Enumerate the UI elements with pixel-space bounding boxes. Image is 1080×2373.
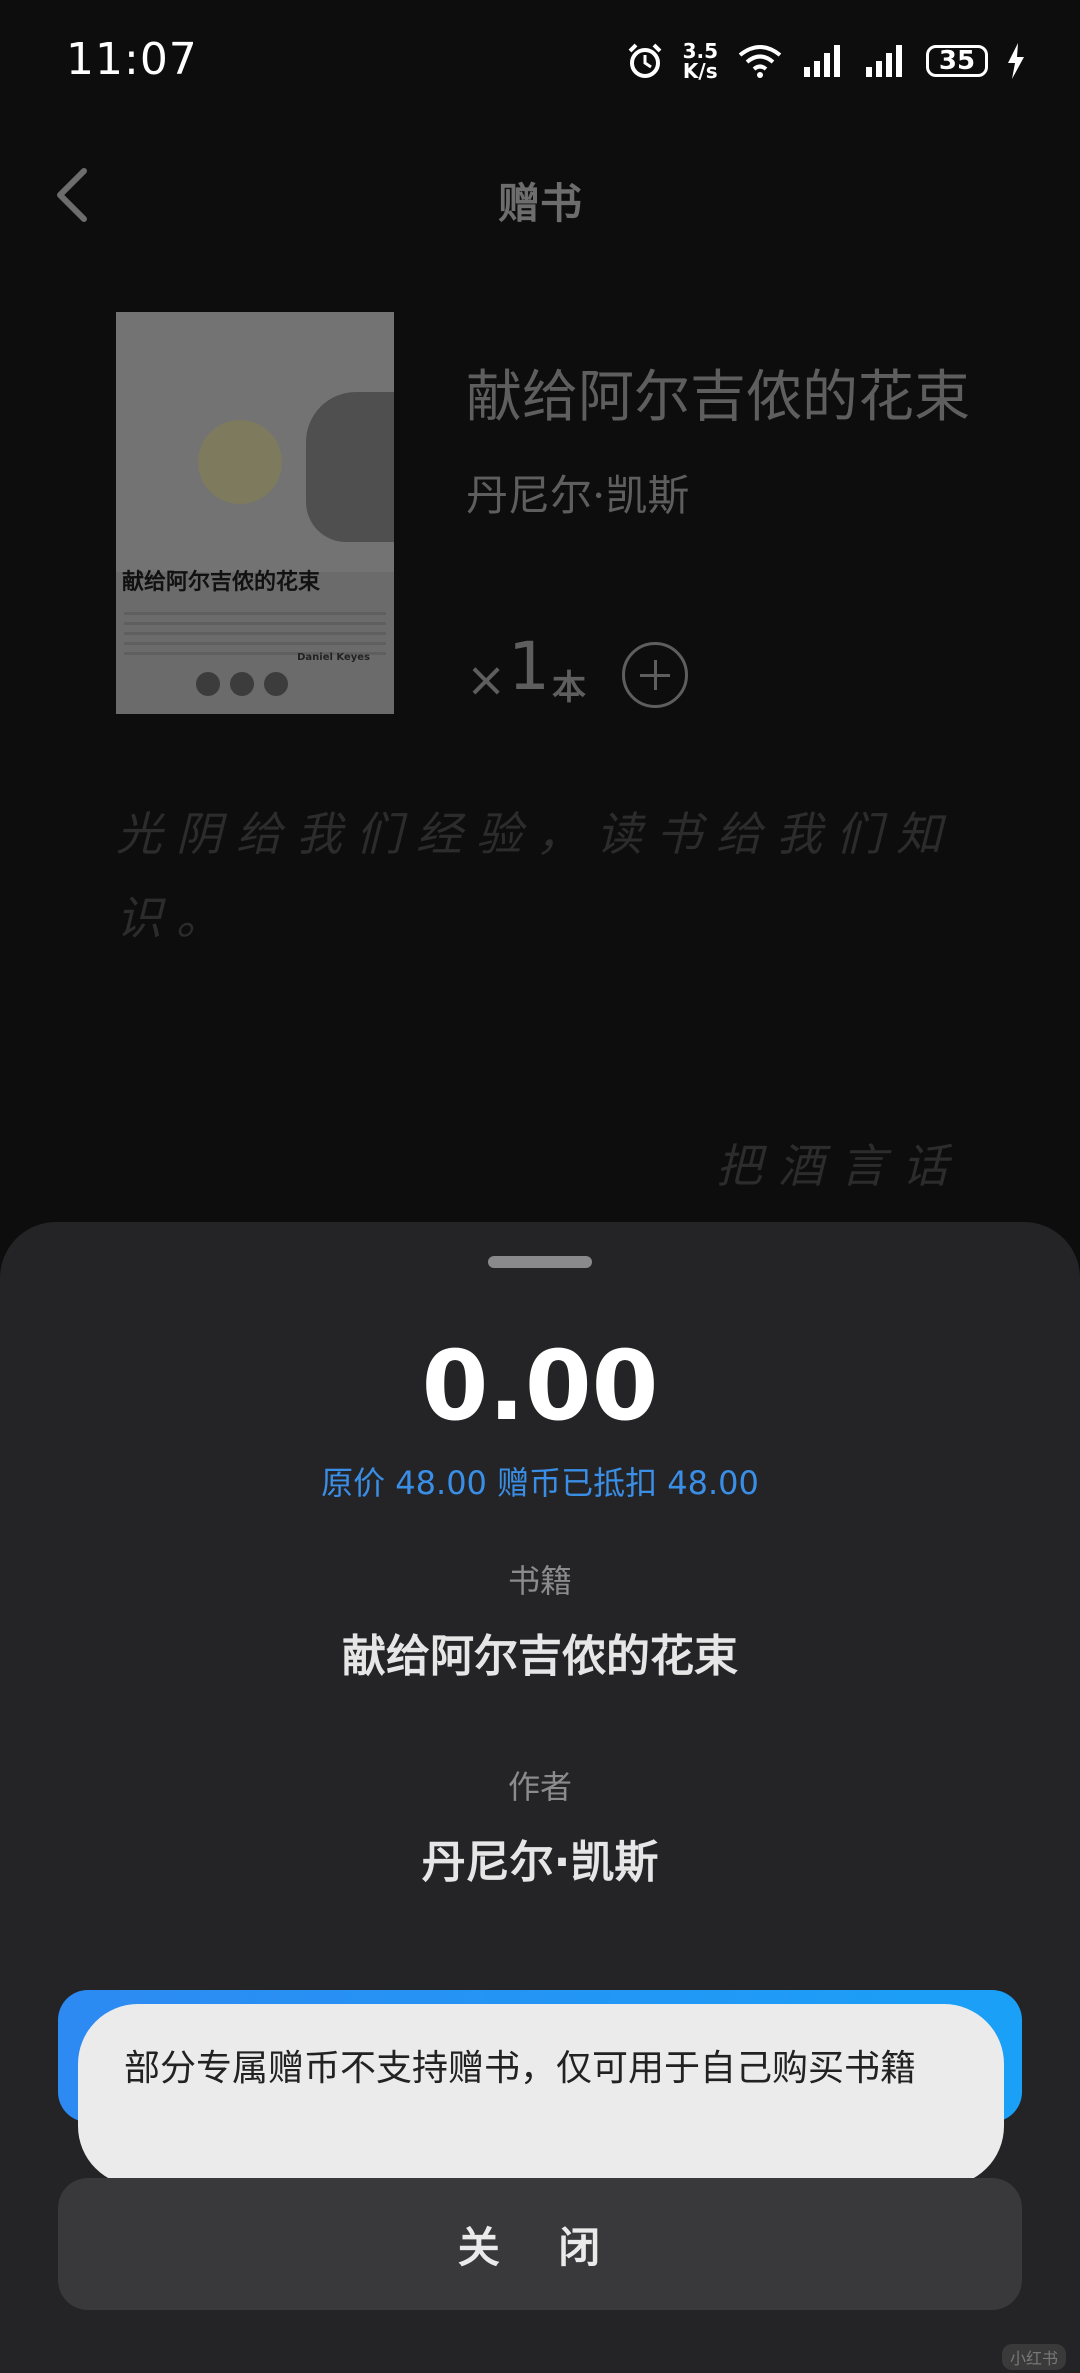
plus-icon[interactable]: [622, 642, 688, 708]
toast-message: 部分专属赠币不支持赠书，仅可用于自己购买书籍: [78, 2004, 1004, 2186]
book-author: 丹尼尔·凯斯: [466, 471, 690, 520]
book-value: 献给阿尔吉侬的花束: [342, 1631, 738, 1682]
sheet-handle[interactable]: [488, 1256, 592, 1268]
book-label: 书籍: [507, 1562, 572, 1600]
author-value: 丹尼尔·凯斯: [421, 1837, 659, 1888]
quantity-value: 1: [508, 628, 550, 705]
signal-icon-1: [804, 45, 840, 77]
book-title: 献给阿尔吉侬的花束: [466, 365, 970, 430]
signal-icon-2: [866, 45, 902, 77]
close-button[interactable]: 关 闭: [58, 2178, 1022, 2310]
price-note: 原价 48.00 赠币已抵扣 48.00: [321, 1464, 759, 1502]
charging-icon: [1008, 43, 1024, 79]
cover-title: 献给阿尔吉侬的花束: [122, 570, 321, 595]
price: 0.00: [421, 1330, 659, 1442]
cover-author: Daniel Keyes: [297, 652, 370, 663]
gift-message: 光阴给我们经验，读书给我们知识。: [116, 807, 956, 945]
status-time: 11:07: [66, 34, 198, 85]
author-label: 作者: [507, 1768, 572, 1806]
alarm-icon: [628, 43, 661, 78]
gift-signature: 把酒言话: [716, 1139, 964, 1193]
wifi-icon: [738, 45, 782, 78]
watermark: 小红书: [1001, 2344, 1066, 2370]
net-speed: 3.5 K/s: [682, 39, 718, 83]
page-title: 赠书: [497, 179, 582, 228]
quantity-unit: 本: [552, 668, 586, 708]
status-icons: 3.5 K/s 35: [625, 36, 1026, 86]
battery-icon: 35: [926, 45, 988, 77]
book-cover: 献给阿尔吉侬的花束 Daniel Keyes: [116, 312, 394, 714]
quantity-prefix: ×: [466, 652, 507, 708]
